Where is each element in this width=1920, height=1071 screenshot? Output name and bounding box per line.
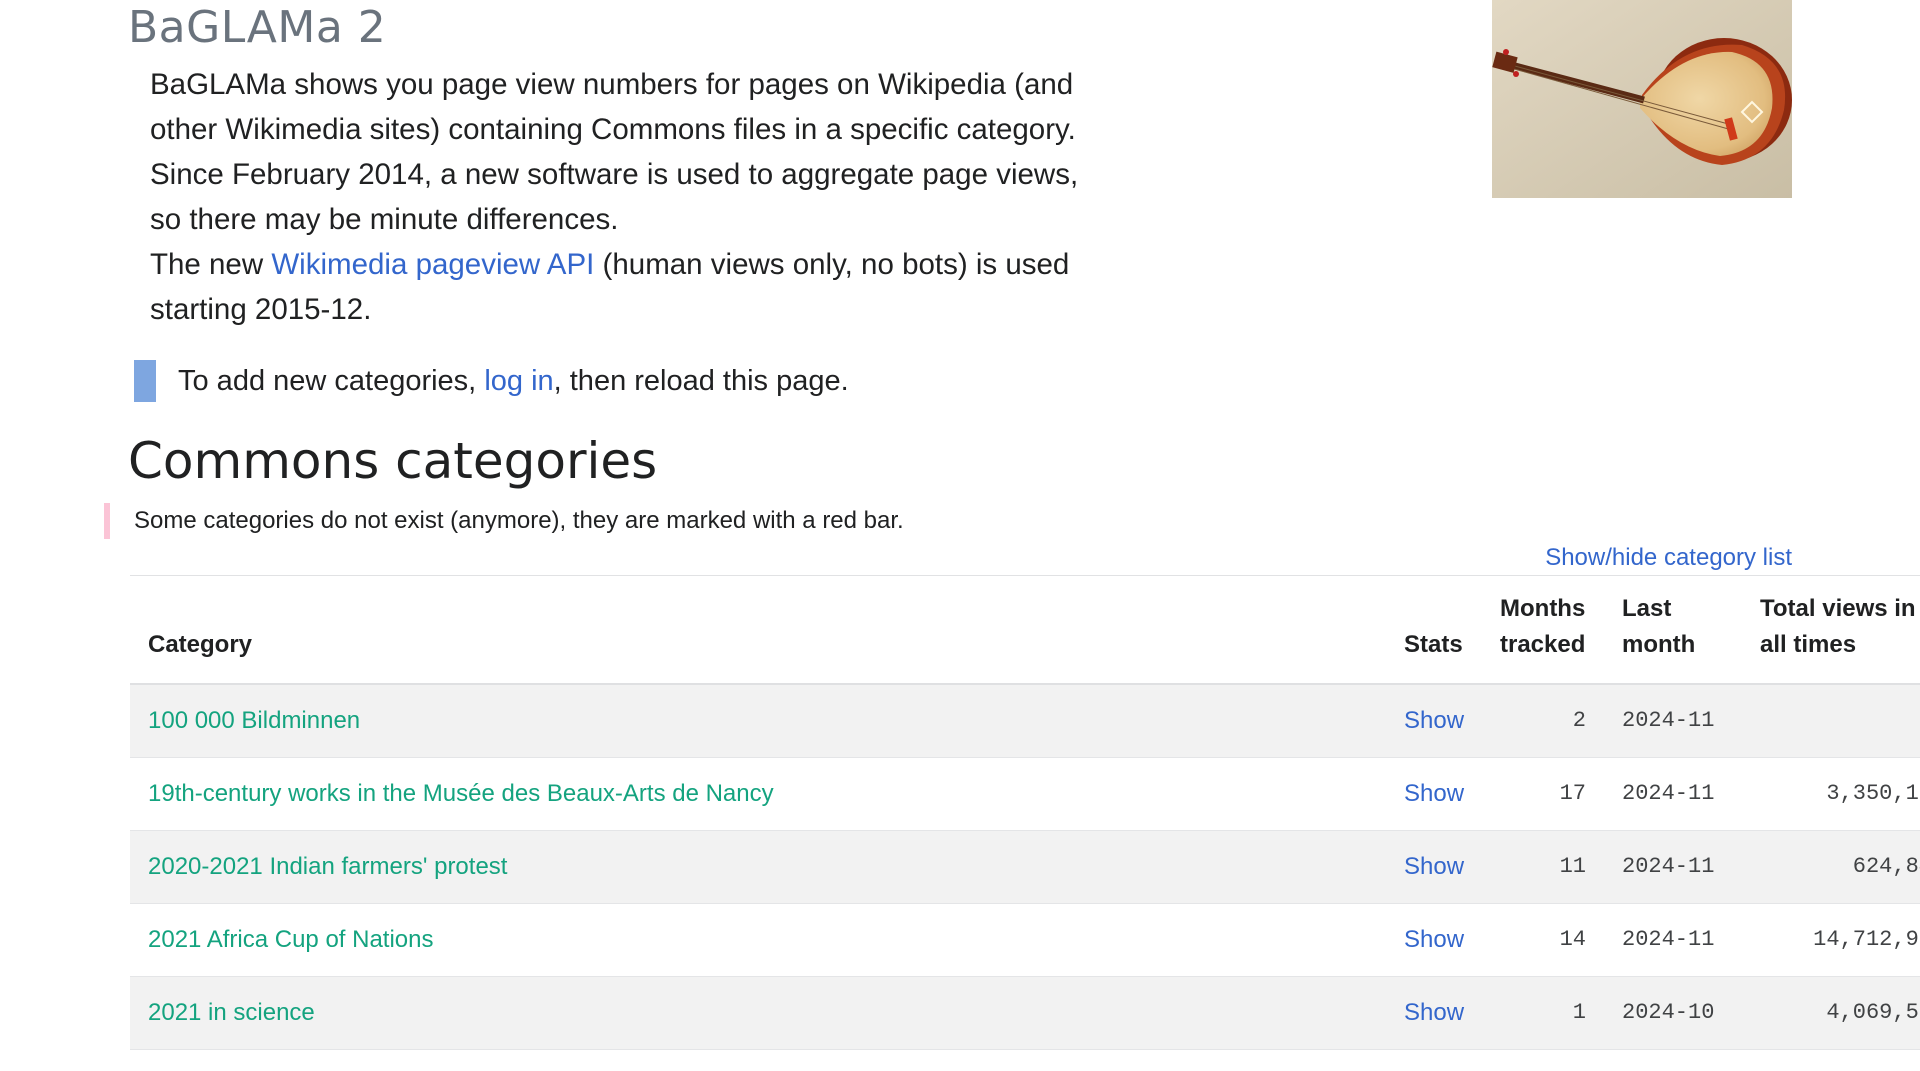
header-stats: Stats (1386, 576, 1482, 685)
intro-text: BaGLAMa shows you page view numbers for … (150, 62, 1110, 332)
pageview-api-link[interactable]: Wikimedia pageview API (271, 248, 594, 281)
category-link[interactable]: 2020-2021 Indian farmers' protest (148, 853, 507, 880)
show-stats-link[interactable]: Show (1404, 707, 1464, 734)
show-stats-link[interactable]: Show (1404, 780, 1464, 807)
intro-api-before: The new (150, 248, 272, 281)
stats-cell: Show (1386, 684, 1482, 758)
show-stats-link[interactable]: Show (1404, 999, 1464, 1026)
months-tracked-cell: 2 (1482, 684, 1604, 758)
warning-bar (104, 503, 110, 539)
intro-api-paragraph: The new Wikimedia pageview API (human vi… (150, 242, 1110, 332)
missing-category-notice: Some categories do not exist (anymore), … (104, 503, 904, 539)
missing-category-text: Some categories do not exist (anymore), … (134, 507, 904, 534)
category-link[interactable]: 2021 in science (148, 999, 315, 1026)
table-row: 100 000 Bildminnen Show 2 2024-11 (130, 684, 1920, 758)
header-last-month: Last month (1604, 576, 1742, 685)
category-cell: 2021 Africa Cup of Nations (130, 903, 1386, 977)
stats-cell: Show (1386, 903, 1482, 977)
intro-paragraph: BaGLAMa shows you page view numbers for … (150, 68, 1079, 236)
category-table: Category Stats Months tracked Last month… (130, 576, 1920, 1050)
login-notice-before: To add new categories, (178, 364, 485, 397)
category-cell: 2021 in science (130, 976, 1386, 1050)
show-stats-link[interactable]: Show (1404, 853, 1464, 880)
login-notice-text: To add new categories, log in, then relo… (178, 365, 849, 398)
category-link[interactable]: 2021 Africa Cup of Nations (148, 926, 434, 953)
app-title: BaGLAMa 2 (128, 2, 387, 53)
last-month-cell: 2024-10 (1604, 976, 1742, 1050)
table-row: 2021 in science Show 1 2024-10 4,069,50 (130, 976, 1920, 1050)
months-tracked-cell: 17 (1482, 757, 1604, 831)
log-in-link[interactable]: log in (484, 365, 553, 397)
months-tracked-cell: 14 (1482, 903, 1604, 977)
header-total-views: Total views in all times (1742, 576, 1920, 685)
baglama-image (1492, 0, 1792, 198)
login-notice: To add new categories, log in, then relo… (134, 360, 849, 402)
months-tracked-cell: 1 (1482, 976, 1604, 1050)
category-cell: 100 000 Bildminnen (130, 684, 1386, 758)
total-views-cell: 4,069,50 (1742, 976, 1920, 1050)
last-month-cell: 2024-11 (1604, 757, 1742, 831)
total-views-cell: 14,712,95 (1742, 903, 1920, 977)
category-link[interactable]: 19th-century works in the Musée des Beau… (148, 780, 774, 807)
table-header-row: Category Stats Months tracked Last month… (130, 576, 1920, 685)
table-row: 2021 Africa Cup of Nations Show 14 2024-… (130, 903, 1920, 977)
stats-cell: Show (1386, 757, 1482, 831)
last-month-cell: 2024-11 (1604, 830, 1742, 904)
last-month-cell: 2024-11 (1604, 903, 1742, 977)
toggle-category-list-link[interactable]: Show/hide category list (1545, 544, 1792, 572)
total-views-cell: 624,84 (1742, 830, 1920, 904)
total-views-cell: 3,350,13 (1742, 757, 1920, 831)
stats-cell: Show (1386, 976, 1482, 1050)
category-table-container: Category Stats Months tracked Last month… (130, 575, 1920, 1050)
category-link[interactable]: 100 000 Bildminnen (148, 707, 360, 734)
info-bar (134, 360, 156, 402)
table-row: 19th-century works in the Musée des Beau… (130, 757, 1920, 831)
commons-categories-heading: Commons categories (128, 432, 658, 490)
total-views-cell (1742, 684, 1920, 758)
baglama-illustration (1492, 0, 1792, 198)
stats-cell: Show (1386, 830, 1482, 904)
category-cell: 2020-2021 Indian farmers' protest (130, 830, 1386, 904)
header-months-tracked: Months tracked (1482, 576, 1604, 685)
category-cell: 19th-century works in the Musée des Beau… (130, 757, 1386, 831)
show-stats-link[interactable]: Show (1404, 926, 1464, 953)
months-tracked-cell: 11 (1482, 830, 1604, 904)
last-month-cell: 2024-11 (1604, 684, 1742, 758)
table-row: 2020-2021 Indian farmers' protest Show 1… (130, 830, 1920, 904)
login-notice-after: , then reload this page. (553, 364, 849, 397)
header-category: Category (130, 576, 1386, 685)
